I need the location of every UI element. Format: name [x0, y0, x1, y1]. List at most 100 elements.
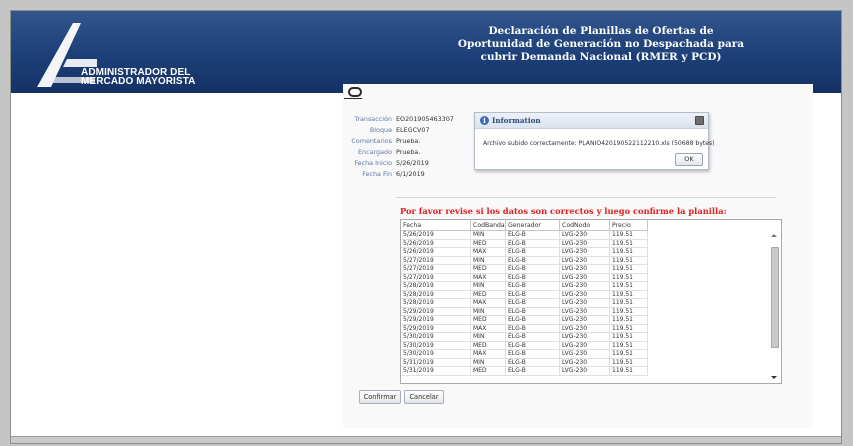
cell-fecha: 5/28/2019 — [401, 290, 471, 299]
table-row[interactable]: 5/30/2019 MAX ELG-B LVG-230 119.51 — [401, 350, 771, 359]
scroll-thumb[interactable] — [771, 247, 779, 348]
dialog-titlebar[interactable]: i Information — [475, 113, 708, 129]
cell-codbanda: MAX — [471, 350, 506, 359]
cell-fecha: 5/31/2019 — [401, 358, 471, 367]
cell-precio: 119.51 — [610, 273, 648, 282]
cell-codnodo: LVG-230 — [560, 265, 610, 274]
cell-codbanda: MAX — [471, 273, 506, 282]
table-row[interactable]: 5/30/2019 MIN ELG-B LVG-230 119.51 — [401, 333, 771, 342]
cell-fecha: 5/26/2019 — [401, 248, 471, 257]
column-header-fecha[interactable]: Fecha — [401, 220, 471, 231]
cell-precio: 119.51 — [610, 265, 648, 274]
cell-fecha: 5/29/2019 — [401, 324, 471, 333]
table-row[interactable]: 5/28/2019 MAX ELG-B LVG-230 119.51 — [401, 299, 771, 308]
cell-generador: ELG-B — [506, 324, 560, 333]
cell-codnodo: LVG-230 — [560, 324, 610, 333]
table-scrollbar[interactable] — [769, 231, 780, 382]
value-fecha-fin: 6/1/2019 — [396, 170, 425, 179]
close-icon[interactable] — [695, 116, 704, 125]
table-row[interactable]: 5/27/2019 MAX ELG-B LVG-230 119.51 — [401, 273, 771, 282]
column-header-codbanda[interactable]: CodBanda — [471, 220, 506, 231]
cell-generador: ELG-B — [506, 273, 560, 282]
table-row[interactable]: 5/28/2019 MED ELG-B LVG-230 119.51 — [401, 290, 771, 299]
table-row[interactable]: 5/26/2019 MIN ELG-B LVG-230 119.51 — [401, 231, 771, 240]
cell-codbanda: MAX — [471, 324, 506, 333]
cell-fecha: 5/30/2019 — [401, 341, 471, 350]
cell-codnodo: LVG-230 — [560, 282, 610, 291]
cell-codnodo: LVG-230 — [560, 273, 610, 282]
label-fecha-inicio: Fecha Inicio — [354, 159, 392, 168]
cell-codnodo: LVG-230 — [560, 316, 610, 325]
dialog-title: Information — [492, 116, 541, 125]
information-dialog: i Information Archivo subido correctamen… — [474, 112, 715, 170]
label-fecha-fin: Fecha Fin — [362, 170, 392, 179]
page-title: Declaración de Planillas de Ofertas de O… — [451, 25, 751, 64]
value-bloque: ELEGCV07 — [396, 126, 430, 135]
table-row[interactable]: 5/29/2019 MAX ELG-B LVG-230 119.51 — [401, 324, 771, 333]
footer-bar — [11, 436, 841, 443]
cell-precio: 119.51 — [610, 316, 648, 325]
cell-fecha: 5/31/2019 — [401, 367, 471, 376]
cell-codnodo: LVG-230 — [560, 358, 610, 367]
scroll-down-icon[interactable] — [771, 376, 777, 379]
ok-button[interactable]: OK — [675, 153, 703, 166]
cell-generador: ELG-B — [506, 265, 560, 274]
cell-generador: ELG-B — [506, 316, 560, 325]
table-row[interactable]: 5/29/2019 MED ELG-B LVG-230 119.51 — [401, 316, 771, 325]
cell-codbanda: MED — [471, 367, 506, 376]
cell-precio: 119.51 — [610, 341, 648, 350]
page-title-line-3: cubrir Demanda Nacional (RMER y PCD) — [480, 51, 722, 63]
cell-precio: 119.51 — [610, 256, 648, 265]
cell-generador: ELG-B — [506, 341, 560, 350]
cell-codnodo: LVG-230 — [560, 239, 610, 248]
cell-fecha: 5/29/2019 — [401, 307, 471, 316]
column-header-precio[interactable]: Precio — [610, 220, 648, 231]
cancel-button[interactable]: Cancelar — [404, 390, 444, 404]
cell-codbanda: MIN — [471, 358, 506, 367]
cell-generador: ELG-B — [506, 333, 560, 342]
cell-codnodo: LVG-230 — [560, 256, 610, 265]
table-row[interactable]: 5/30/2019 MED ELG-B LVG-230 119.51 — [401, 341, 771, 350]
table-row[interactable]: 5/26/2019 MAX ELG-B LVG-230 119.51 — [401, 248, 771, 257]
column-header-generador[interactable]: Generador — [506, 220, 560, 231]
table-row[interactable]: 5/31/2019 MED ELG-B LVG-230 119.51 — [401, 367, 771, 376]
dialog-message: Archivo subido correctamente: PLANIO4201… — [483, 140, 715, 147]
cell-codbanda: MIN — [471, 333, 506, 342]
header-banner: ADMINISTRADOR DEL MERCADO MAYORISTA Decl… — [11, 11, 841, 93]
table-body: 5/26/2019 MIN ELG-B LVG-230 119.51 5/26/2019 M… — [401, 231, 771, 383]
table-row[interactable]: 5/27/2019 MIN ELG-B LVG-230 119.51 — [401, 256, 771, 265]
cell-codnodo: LVG-230 — [560, 299, 610, 308]
cell-codnodo: LVG-230 — [560, 307, 610, 316]
cell-codbanda: MAX — [471, 299, 506, 308]
cell-codbanda: MED — [471, 341, 506, 350]
cell-precio: 119.51 — [610, 239, 648, 248]
table-row[interactable]: 5/29/2019 MIN ELG-B LVG-230 119.51 — [401, 307, 771, 316]
column-header-codnodo[interactable]: CodNodo — [560, 220, 610, 231]
data-table: Fecha CodBanda Generador CodNodo Precio … — [400, 219, 782, 384]
label-encargado: Encargado — [358, 148, 392, 157]
table-row[interactable]: 5/27/2019 MED ELG-B LVG-230 119.51 — [401, 265, 771, 274]
cell-generador: ELG-B — [506, 256, 560, 265]
confirm-button[interactable]: Confirmar — [359, 390, 401, 404]
table-header: Fecha CodBanda Generador CodNodo Precio — [401, 220, 648, 231]
info-icon: i — [480, 116, 489, 125]
cell-precio: 119.51 — [610, 358, 648, 367]
value-comentarios: Prueba. — [396, 137, 421, 146]
confirm-instructions: Por favor revise si los datos son correc… — [400, 206, 727, 216]
cell-codnodo: LVG-230 — [560, 341, 610, 350]
cell-fecha: 5/28/2019 — [401, 299, 471, 308]
cell-codbanda: MAX — [471, 248, 506, 257]
cell-fecha: 5/27/2019 — [401, 256, 471, 265]
table-row[interactable]: 5/31/2019 MIN ELG-B LVG-230 119.51 — [401, 358, 771, 367]
cell-fecha: 5/30/2019 — [401, 350, 471, 359]
scroll-up-icon[interactable] — [771, 234, 777, 237]
table-row[interactable]: 5/26/2019 MED ELG-B LVG-230 119.51 — [401, 239, 771, 248]
cell-precio: 119.51 — [610, 350, 648, 359]
cell-codbanda: MED — [471, 265, 506, 274]
cell-codbanda: MIN — [471, 256, 506, 265]
cell-generador: ELG-B — [506, 248, 560, 257]
cell-codnodo: LVG-230 — [560, 367, 610, 376]
table-row[interactable]: 5/28/2019 MIN ELG-B LVG-230 119.51 — [401, 282, 771, 291]
cell-codnodo: LVG-230 — [560, 290, 610, 299]
section-divider — [396, 197, 776, 198]
